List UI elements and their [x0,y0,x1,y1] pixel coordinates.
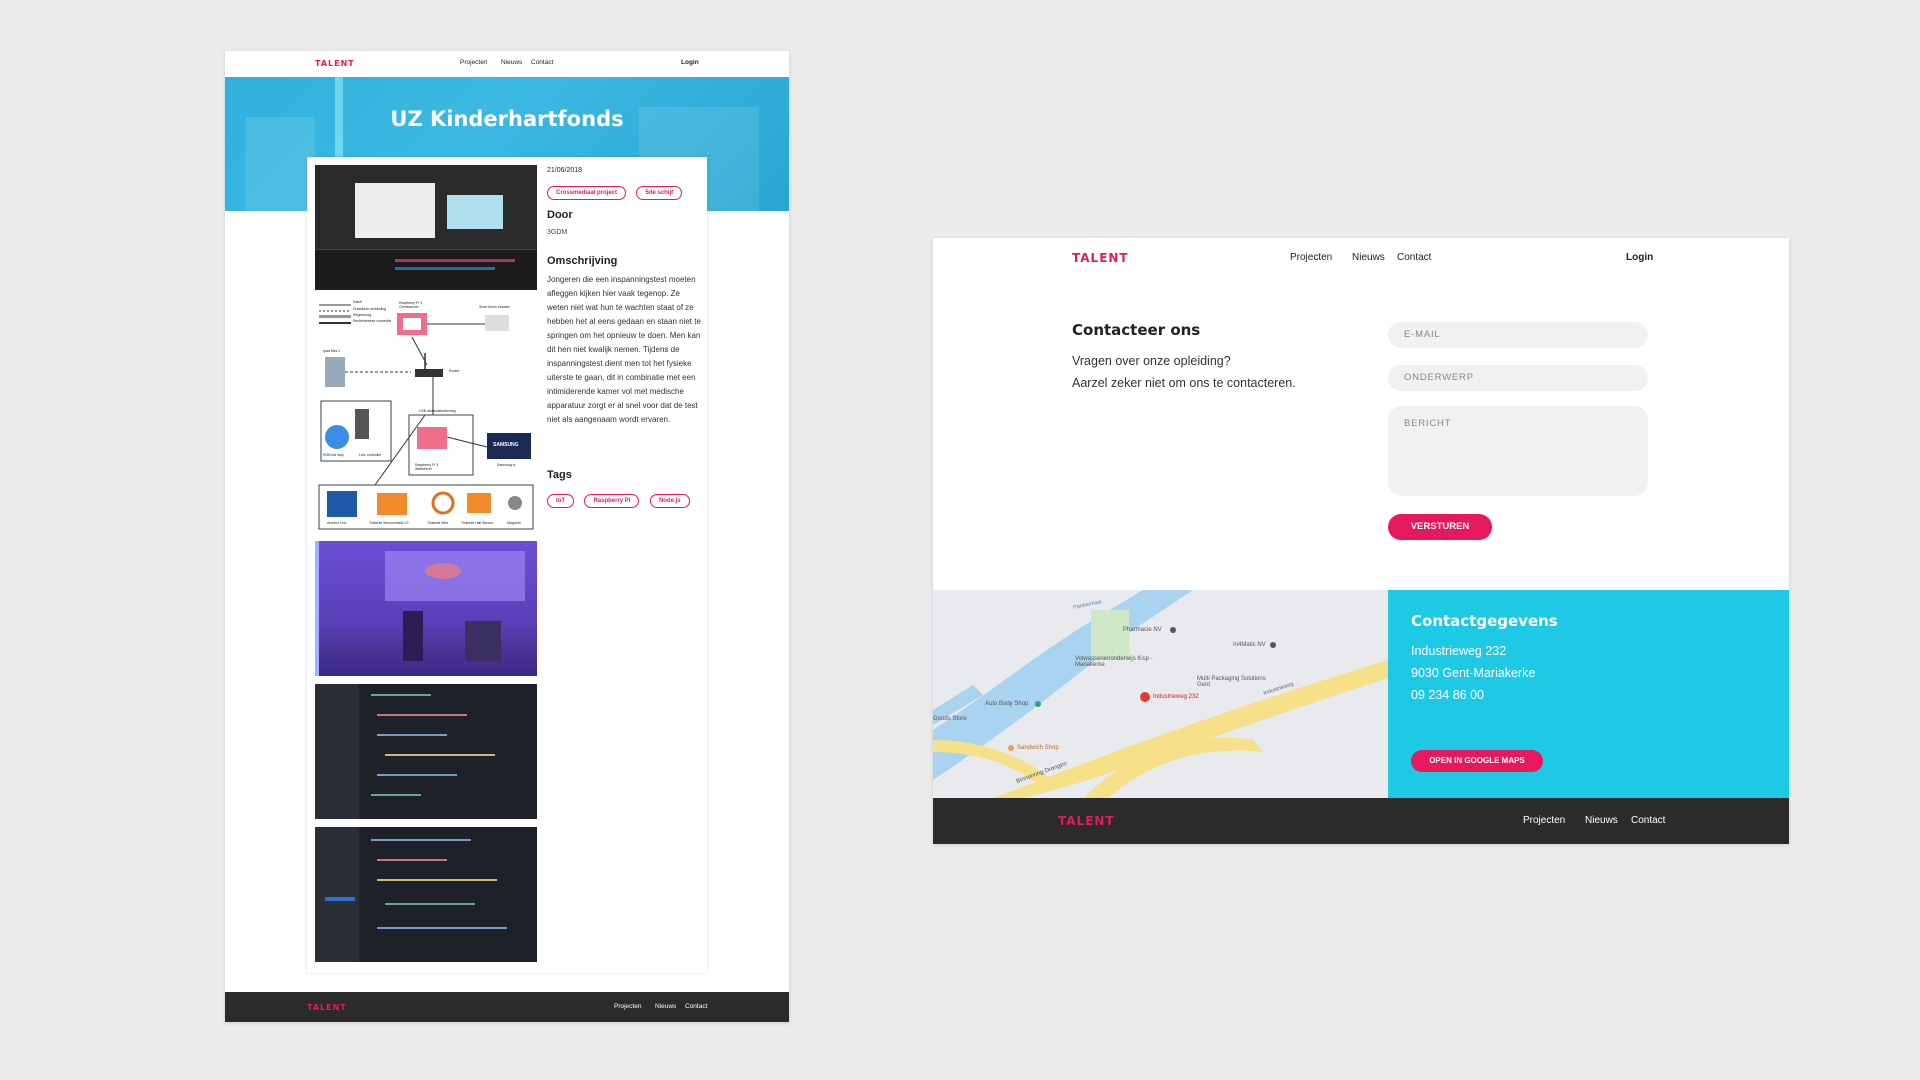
diagram-label-router: Router [449,369,460,373]
omschrijving-heading: Omschrijving [547,255,618,267]
footer-link-contact[interactable]: Contact [1631,815,1665,826]
diagram-label-samsung-brand: SAMSUNG [493,442,519,448]
nav-link-nieuws[interactable]: Nieuws [1352,252,1385,263]
contact-intro-line1: Vragen over onze opleiding? [1072,354,1231,368]
diagram-label-hall-sensor: Tinkerkit Hall Sensor [461,521,494,525]
address-city: 9030 Gent-Mariakerke [1411,666,1536,680]
diagram-label-sensorshield: Tinkerkit Sensorshield V2 [369,521,409,525]
project-image-photo[interactable] [315,541,537,676]
diagram-legend-kabel: Kabel [353,300,362,304]
contact-title: Contacteer ons [1072,321,1201,339]
door-value: 3GDM [547,229,568,236]
project-card: Kabel Draadloze verbinding Regenboog Rec… [307,157,707,973]
nav-link-projecten[interactable]: Projecten [1290,252,1332,263]
top-nav: TALENT Projecten Nieuws Contact Login [933,238,1789,278]
diagram-label-led-controller: Led- controller [359,453,382,457]
footer-brand-logo[interactable]: TALENT [307,1003,347,1012]
email-field[interactable]: E-MAIL [1388,322,1648,348]
login-link[interactable]: Login [1626,252,1653,263]
map-label-in4matic: In4Matic NV [1233,642,1266,648]
tag-iot[interactable]: IoT [547,494,574,508]
door-heading: Door [547,209,573,221]
contact-intro-line2: Aarzel zeker niet om ons te contacteren. [1072,376,1296,390]
subject-field[interactable]: ONDERWERP [1388,365,1648,391]
diagram-legend-connectie: Rechtstreekse connectie [353,319,392,323]
project-image-code-1[interactable] [315,684,537,819]
footer-link-projecten[interactable]: Projecten [614,1003,641,1010]
project-image-diagram[interactable]: Kabel Draadloze verbinding Regenboog Rec… [315,297,537,533]
nav-link-contact[interactable]: Contact [531,59,553,66]
nav-link-projecten[interactable]: Projecten [460,59,487,66]
footer-link-nieuws[interactable]: Nieuws [1585,815,1618,826]
tech-tags: IoT Raspberry Pi Node.js [547,489,696,508]
diagram-label-raspberry-bottom: Raspberry Pi 3 Webserver [415,463,439,471]
open-google-maps-button[interactable]: OPEN IN GOOGLE MAPS [1411,750,1543,772]
category-tags: Crossmediaal project 5de schijf [547,181,688,200]
tag-crossmediaal[interactable]: Crossmediaal project [547,186,627,200]
project-page-mockup: TALENT Projecten Nieuws Contact Login UZ… [225,51,789,1022]
map-label-auto-body: Auto Body Shop [985,701,1029,707]
login-link[interactable]: Login [681,59,699,66]
project-image-editor[interactable] [315,165,537,290]
top-nav: TALENT Projecten Nieuws Contact Login [225,51,789,77]
project-image-code-2[interactable] [315,827,537,962]
footer: TALENT Projecten Nieuws Contact [933,798,1789,844]
brand-logo[interactable]: TALENT [315,59,355,68]
address-street: Industrieweg 232 [1411,644,1507,658]
diagram-label-raspberry-top: Raspberry Pi 3 Client/server [399,301,423,309]
diagram-label-beamer: Short throw beamer [479,305,510,309]
diagram-label-arduino: Arduino Uno [327,521,347,525]
page-title: UZ Kinderhartfonds [390,107,624,131]
contact-page-mockup: TALENT Projecten Nieuws Contact Login Co… [933,238,1789,844]
map-label-volwassenenonderwijs: Volwassenenonderwijs Kisp - Mariakerke [1075,656,1153,668]
phone-number[interactable]: 09 234 86 00 [1411,688,1484,702]
map-label-goods-store: Goods Store [933,716,967,722]
tag-raspberry-pi[interactable]: Raspberry Pi [584,494,640,508]
diagram-label-samsung-tv: Samsung tv [497,463,516,467]
footer-brand-logo[interactable]: TALENT [1058,814,1115,828]
map-label-sandwich: Sandwich Shop [1017,745,1059,751]
contact-details-title: Contactgegevens [1411,612,1558,630]
footer-link-nieuws[interactable]: Nieuws [655,1003,676,1010]
footer: TALENT Projecten Nieuws Contact [225,992,789,1022]
submit-button[interactable]: VERSTUREN [1388,514,1492,540]
project-date: 21/06/2018 [547,167,583,174]
diagram-label-usb: USB afstandsbediening [419,409,456,413]
tags-heading: Tags [547,469,572,481]
map-pin-label[interactable]: Industrieweg 232 [1153,694,1199,700]
diagram-legend-regenboog: Regenboog [353,313,372,317]
diagram-label-wire: Tinkerkit Wire [427,521,449,525]
contact-details-panel: Contactgegevens Industrieweg 232 9030 Ge… [1388,590,1789,798]
tag-5de-schijf[interactable]: 5de schijf [636,186,683,200]
nav-link-nieuws[interactable]: Nieuws [501,59,522,66]
diagram-label-magneet: Magneet [507,521,521,525]
map-label-pharmacie: Pharmacie NV [1123,627,1162,633]
footer-link-projecten[interactable]: Projecten [1523,815,1565,826]
diagram-label-ipad: Ipad Mini 2 [323,349,341,353]
map-label-multi-packaging: Multi Packaging Solutions Gent [1197,676,1266,688]
tag-nodejs[interactable]: Node.js [649,494,690,508]
brand-logo[interactable]: TALENT [1072,251,1129,265]
nav-link-contact[interactable]: Contact [1397,252,1431,263]
diagram-legend-draadloos: Draadloze verbinding [353,307,387,311]
diagram-label-led-strip: RGB led strip [323,453,344,457]
message-field[interactable]: BERICHT [1388,406,1648,496]
footer-link-contact[interactable]: Contact [685,1003,707,1010]
location-map[interactable]: Pharmacie NV In4Matic NV Volwassenenonde… [933,590,1388,798]
omschrijving-text: Jongeren die een inspanningstest moeten … [547,275,701,424]
